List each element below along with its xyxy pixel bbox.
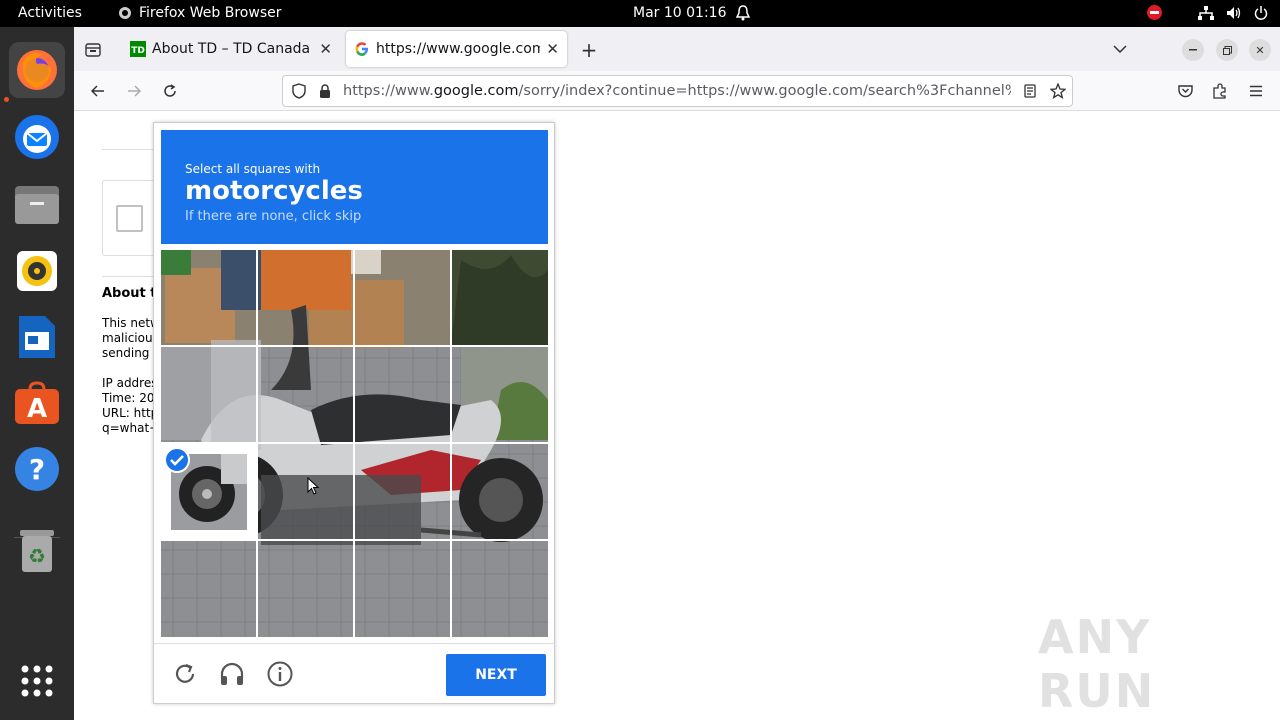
close-tab-icon[interactable]: ✕ [546, 40, 559, 58]
active-indicator [4, 97, 9, 102]
files-icon[interactable] [9, 177, 65, 233]
list-tabs-icon[interactable] [1110, 39, 1130, 59]
url-line: URL: http [102, 406, 159, 420]
info-line: This netw [102, 316, 160, 330]
minimize-icon[interactable] [1182, 39, 1204, 61]
gnome-top-bar: Activities Firefox Web Browser Mar 10 01… [0, 0, 1280, 27]
info-line: sending t [102, 346, 158, 360]
svg-text:TD: TD [131, 46, 145, 56]
grid-tile-4[interactable] [452, 250, 547, 345]
info-line: malicious [102, 331, 159, 345]
new-tab-icon[interactable]: + [578, 38, 600, 62]
forward-icon[interactable] [124, 81, 144, 101]
dock: A ? ♻ [0, 27, 74, 720]
image-grid [161, 250, 548, 637]
recaptcha-checkbox[interactable] [116, 205, 143, 232]
volume-icon [1227, 6, 1241, 19]
lock-icon[interactable] [318, 83, 332, 99]
grid-tile-15[interactable] [355, 541, 450, 636]
help-icon[interactable]: ? [9, 441, 65, 497]
grid-tile-14[interactable] [258, 541, 353, 636]
grid-tile-12[interactable] [452, 444, 547, 539]
libreoffice-writer-icon[interactable] [9, 309, 65, 365]
target-object: motorcycles [185, 176, 363, 206]
google-favicon-icon [355, 42, 368, 56]
reload-challenge-icon[interactable] [171, 660, 199, 688]
time-line: Time: 20 [102, 391, 155, 405]
bell-icon [736, 5, 751, 21]
tab-google[interactable]: https://www.google.com/ ✕ [346, 31, 567, 67]
grid-tile-2[interactable] [258, 250, 353, 345]
show-apps-icon[interactable] [9, 653, 65, 709]
app-menu[interactable]: Firefox Web Browser [118, 5, 282, 21]
ip-line: IP addres [102, 376, 158, 390]
anyrun-watermark: ANY RUN [1038, 610, 1156, 718]
skip-hint: If there are none, click skip [185, 209, 362, 224]
challenge-footer: NEXT [154, 643, 554, 703]
app-center-icon[interactable]: A [9, 375, 65, 431]
clock[interactable]: Mar 10 01:16 [633, 5, 751, 21]
next-button[interactable]: NEXT [446, 654, 546, 696]
firefox-small-icon [119, 7, 131, 19]
url-bar[interactable]: https://www.google.com/sorry/index?conti… [282, 75, 1073, 107]
grid-tile-7[interactable] [355, 347, 450, 442]
activities-button[interactable]: Activities [18, 5, 82, 21]
audio-challenge-icon[interactable] [218, 660, 246, 688]
bookmark-star-icon[interactable] [1049, 82, 1067, 100]
power-icon [1254, 5, 1268, 20]
datetime: Mar 10 01:16 [633, 5, 727, 21]
tab-title: About TD – TD Canada Tr [152, 41, 314, 57]
info-icon[interactable] [266, 660, 294, 688]
close-window-icon[interactable]: ✕ [1249, 39, 1271, 61]
navigation-toolbar: https://www.google.com/sorry/index?conti… [74, 71, 1280, 111]
query-line: q=what+ [102, 421, 160, 435]
app-name: Firefox Web Browser [139, 5, 282, 21]
trash-icon[interactable]: ♻ [9, 523, 65, 579]
mouse-cursor-icon [307, 477, 319, 495]
extensions-icon[interactable] [1210, 81, 1230, 101]
tracking-shield-icon[interactable] [291, 83, 307, 99]
do-not-disturb-icon [1147, 5, 1162, 20]
challenge-header: Select all squares with motorcycles If t… [161, 130, 548, 244]
pocket-icon[interactable] [1175, 81, 1195, 101]
tab-title: https://www.google.com/ [376, 41, 541, 57]
close-tab-icon[interactable]: ✕ [319, 40, 332, 58]
grid-tile-3[interactable] [355, 250, 450, 345]
td-favicon-icon: TD [130, 41, 146, 57]
grid-tile-16[interactable] [452, 541, 547, 636]
grid-tile-8[interactable] [452, 347, 547, 442]
grid-tile-5[interactable] [161, 347, 256, 442]
back-icon[interactable] [88, 81, 108, 101]
grid-tile-13[interactable] [161, 541, 256, 636]
grid-tile-10[interactable] [258, 444, 353, 539]
svg-text:♻: ♻ [28, 544, 46, 568]
recaptcha-challenge: Select all squares with motorcycles If t… [153, 122, 555, 704]
restore-icon[interactable] [1216, 39, 1238, 61]
thunderbird-icon[interactable] [9, 109, 65, 165]
tab-bar: TD About TD – TD Canada Tr ✕ https://www… [74, 27, 1280, 71]
instruction-text: Select all squares with [185, 162, 321, 176]
network-icon [1198, 5, 1214, 20]
firefox-icon[interactable] [9, 42, 65, 98]
rhythmbox-icon[interactable] [9, 243, 65, 299]
svg-text:A: A [27, 394, 47, 424]
url-text: https://www.google.com/sorry/index?conti… [343, 83, 1011, 99]
reload-icon[interactable] [160, 81, 180, 101]
grid-tile-1[interactable] [161, 250, 256, 345]
grid-tile-9-selected[interactable] [161, 444, 256, 539]
system-tray[interactable] [1147, 5, 1268, 20]
svg-text:?: ? [29, 453, 45, 486]
tab-td-canada[interactable]: TD About TD – TD Canada Tr ✕ [122, 31, 340, 67]
firefox-view-icon[interactable] [82, 39, 104, 61]
selected-check-icon [164, 447, 190, 473]
menu-icon[interactable] [1246, 81, 1266, 101]
grid-tile-6[interactable] [258, 347, 353, 442]
grid-tile-11[interactable] [355, 444, 450, 539]
reader-view-icon[interactable] [1022, 83, 1038, 99]
